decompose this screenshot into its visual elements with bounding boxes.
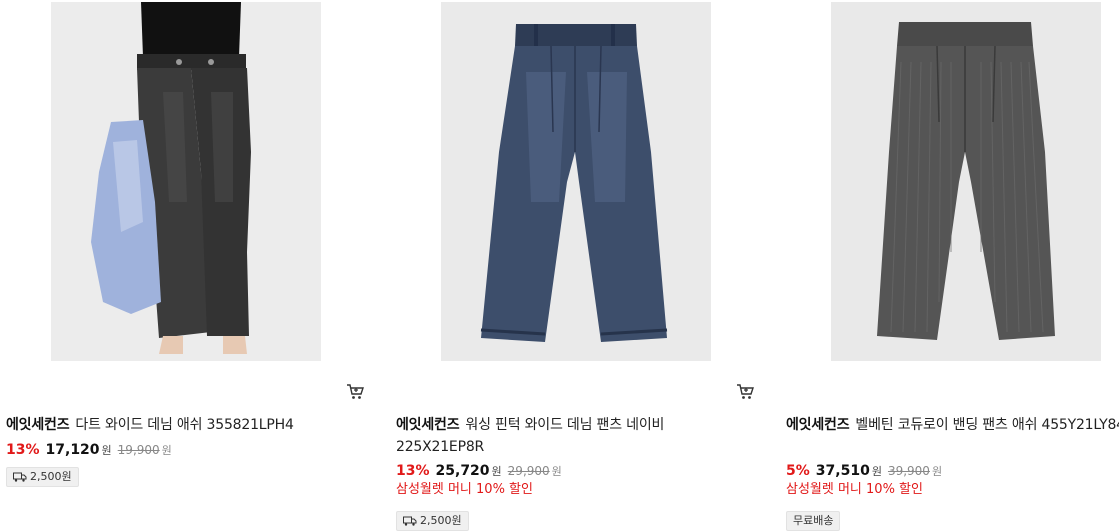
cart-icon[interactable]	[736, 383, 754, 400]
product-brand: 에잇세컨즈	[396, 417, 460, 433]
original-price: 29,900	[507, 464, 550, 478]
corduroy-pants-photo	[831, 2, 1101, 361]
product-price: 5% 37,510 원 39,900 원	[786, 461, 942, 482]
price-unit: 원	[871, 465, 882, 478]
navy-jeans-photo	[441, 2, 711, 361]
promo-text: 삼성월렛 머니 10% 할인	[786, 482, 923, 497]
promo-text: 삼성월렛 머니 10% 할인	[396, 482, 533, 497]
jeans-model-photo	[51, 2, 321, 361]
cart-icon[interactable]	[346, 383, 364, 400]
original-price: 39,900	[887, 464, 930, 478]
shipping-fee: 2,500원	[420, 514, 462, 527]
price-unit: 원	[101, 444, 112, 457]
product-title[interactable]: 에잇세컨즈 벨베틴 코듀로이 밴딩 팬츠 애쉬 455Y21LY84	[786, 414, 1119, 436]
original-price-unit: 원	[161, 444, 172, 457]
shipping-fee: 무료배송	[793, 514, 834, 527]
product-price: 13% 25,720 원 29,900 원	[396, 461, 562, 482]
product-name: 벨베틴 코듀로이 밴딩 팬츠 애쉬 455Y21LY84	[855, 417, 1119, 433]
discount-rate: 13%	[6, 442, 40, 458]
sale-price: 25,720	[435, 463, 490, 479]
product-image[interactable]	[441, 2, 711, 361]
truck-icon	[403, 516, 417, 526]
product-name: 다트 와이드 데님 애쉬 355821LPH4	[75, 417, 294, 433]
product-brand: 에잇세컨즈	[6, 417, 70, 433]
shipping-badge: 2,500원	[6, 467, 79, 487]
shipping-fee: 2,500원	[30, 470, 72, 483]
product-price: 13% 17,120 원 19,900 원	[6, 440, 172, 461]
discount-rate: 5%	[786, 463, 810, 479]
sale-price: 37,510	[815, 463, 870, 479]
original-price-unit: 원	[931, 465, 943, 478]
free-shipping-badge: 무료배송	[786, 511, 841, 531]
shipping-badge: 2,500원	[396, 511, 469, 531]
original-price: 19,900	[117, 443, 160, 457]
product-title[interactable]: 에잇세컨즈 워싱 핀턱 와이드 데님 팬츠 네이비 225X21EP8R	[396, 414, 756, 458]
price-unit: 원	[491, 465, 502, 478]
product-image[interactable]	[831, 2, 1101, 361]
original-price-unit: 원	[551, 465, 562, 478]
product-image[interactable]	[51, 2, 321, 361]
truck-icon	[13, 472, 27, 482]
product-brand: 에잇세컨즈	[786, 417, 850, 433]
product-title[interactable]: 에잇세컨즈 다트 와이드 데님 애쉬 355821LPH4	[6, 414, 366, 436]
sale-price: 17,120	[45, 442, 100, 458]
discount-rate: 13%	[396, 463, 430, 479]
